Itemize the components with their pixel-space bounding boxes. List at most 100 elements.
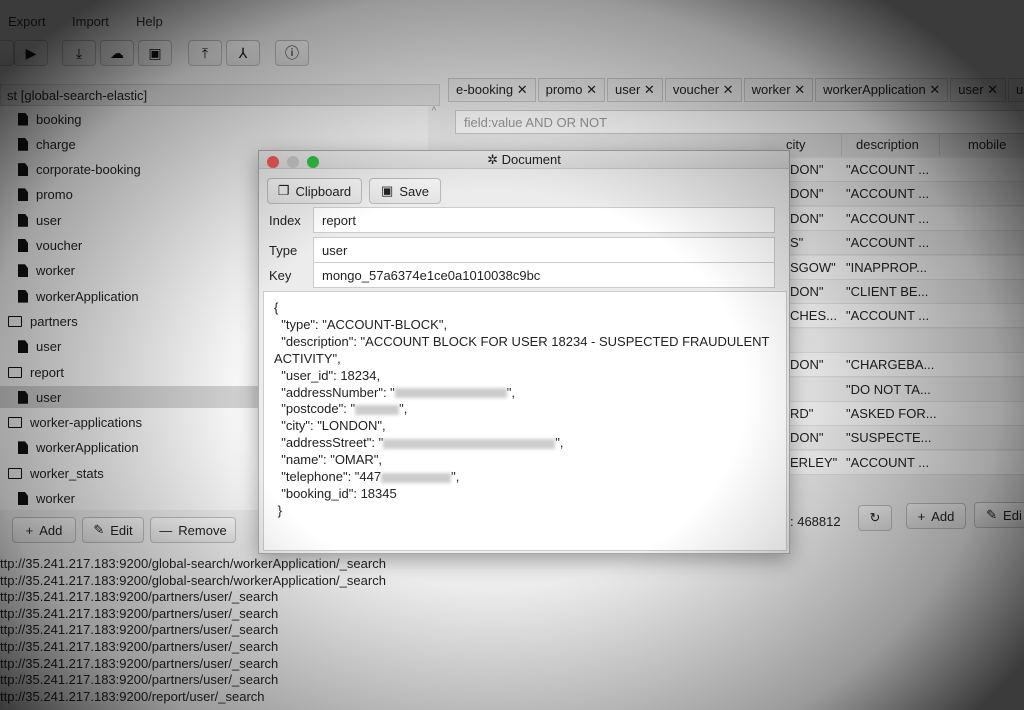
- save-icon: ▣: [381, 183, 394, 198]
- add-label: Add: [931, 508, 955, 524]
- tree-item-label: promo: [36, 187, 73, 203]
- save-document-button[interactable]: ▣ Save: [369, 178, 441, 204]
- cloud-upload-button[interactable]: ☁: [100, 40, 134, 66]
- json-punct: ",: [399, 401, 408, 417]
- type-label: Type: [269, 243, 298, 258]
- document-json-editor[interactable]: { "type": "ACCOUNT-BLOCK", "description"…: [263, 291, 787, 551]
- menu-help[interactable]: Help: [136, 14, 163, 29]
- save-icon: ▣: [148, 44, 162, 61]
- remove-index-button[interactable]: — Remove: [150, 517, 236, 543]
- table-row[interactable]: ERLEY" "ACCOUNT ...: [760, 450, 1024, 475]
- json-line: "addressStreet": " ",: [274, 435, 776, 452]
- key-field[interactable]: mongo_57a6374e1ce0a1010038c9bc: [313, 262, 775, 288]
- remove-label: Remove: [178, 522, 227, 538]
- column-header-mobile[interactable]: mobile: [940, 134, 1024, 156]
- upload-button[interactable]: ⤒: [188, 40, 222, 66]
- description-cell: "ACCOUNT ...: [846, 308, 930, 324]
- file-icon: [18, 441, 28, 455]
- tab[interactable]: e-booking ✕: [448, 78, 536, 102]
- table-row[interactable]: DON" "ACCOUNT ...: [760, 206, 1024, 231]
- table-row[interactable]: DON" "ACCOUNT ...: [760, 158, 1024, 182]
- close-tab-icon[interactable]: ✕: [719, 82, 734, 97]
- file-icon: [18, 264, 28, 278]
- request-log: ttp://35.241.217.183:9200/global-search/…: [0, 556, 460, 705]
- tab[interactable]: worker ✕: [743, 78, 814, 102]
- download-icon: ⤓: [75, 44, 83, 61]
- log-line: ttp://35.241.217.183:9200/partners/user/…: [0, 605, 279, 621]
- tab-label: user: [615, 82, 641, 97]
- json-key: "telephone": "447: [274, 469, 382, 485]
- index-field[interactable]: report: [313, 207, 775, 233]
- description-cell: "ACCOUNT ...: [846, 186, 930, 202]
- city-cell: ERLEY": [790, 454, 838, 470]
- table-row[interactable]: DON" "SUSPECTE...: [760, 426, 1024, 451]
- tree-item-label: user: [36, 389, 62, 405]
- json-punct: ",: [555, 435, 564, 451]
- close-tab-icon[interactable]: ✕: [513, 82, 528, 97]
- upload-icon: ⤒: [201, 44, 209, 61]
- help-button[interactable]: ⓘ: [275, 40, 309, 66]
- log-line: ttp://35.241.217.183:9200/partners/user/…: [0, 672, 279, 688]
- type-field[interactable]: user: [313, 237, 775, 263]
- tab[interactable]: us ✕: [1008, 78, 1024, 102]
- table-row[interactable]: DON" "CLIENT BE...: [760, 280, 1024, 304]
- tree-item-label: booking: [36, 111, 82, 127]
- menu-import[interactable]: Import: [72, 14, 109, 29]
- json-line: "user_id": 18234,: [274, 367, 381, 383]
- tree-item-label: worker: [36, 491, 76, 506]
- json-line: }: [274, 502, 282, 518]
- plus-icon: +: [917, 508, 926, 524]
- clipboard-button[interactable]: ❐ Clipboard: [267, 178, 362, 204]
- close-tab-icon[interactable]: ✕: [984, 82, 998, 97]
- tab[interactable]: user ✕: [607, 78, 663, 102]
- table-row[interactable]: CHES... "ACCOUNT ...: [760, 304, 1024, 329]
- save-button[interactable]: ▣: [138, 40, 172, 66]
- tree-item-label: worker_stats: [30, 465, 104, 481]
- city-cell: DON": [790, 186, 824, 202]
- add-index-button[interactable]: + Add: [12, 517, 76, 543]
- table-row[interactable]: S" "ACCOUNT ...: [760, 231, 1024, 256]
- tab-label: us: [1016, 82, 1024, 97]
- file-icon: [18, 340, 28, 354]
- tree-item-label: worker: [36, 263, 76, 279]
- tab[interactable]: workerApplication ✕: [815, 78, 949, 102]
- edit-index-button[interactable]: ✎ Edit: [82, 517, 144, 543]
- toolbar-button[interactable]: [0, 40, 14, 66]
- json-key: "postcode": ": [274, 401, 356, 417]
- query-input[interactable]: field:value AND OR NOT: [455, 110, 1024, 134]
- add-document-button[interactable]: + Add: [906, 503, 966, 529]
- copy-icon: ❐: [277, 183, 290, 198]
- close-tab-icon[interactable]: ✕: [926, 82, 940, 97]
- json-punct: ",: [506, 384, 516, 400]
- tab[interactable]: user ✕: [950, 78, 1007, 102]
- cluster-button[interactable]: ⅄: [226, 40, 260, 66]
- close-tab-icon[interactable]: ✕: [582, 82, 597, 97]
- tab[interactable]: promo ✕: [537, 78, 605, 102]
- file-icon: [18, 289, 28, 303]
- dialog-title: Document: [501, 152, 561, 167]
- table-row[interactable]: RD" "ASKED FOR...: [760, 402, 1024, 426]
- column-header-description[interactable]: description: [842, 134, 940, 156]
- log-line: ttp://35.241.217.183:9200/global-search/…: [0, 556, 386, 571]
- tree-item[interactable]: booking: [0, 108, 428, 130]
- table-row[interactable]: SGOW" "INAPPROP...: [760, 255, 1024, 280]
- table-row[interactable]: DON" "CHARGEBA...: [760, 353, 1024, 378]
- table-row[interactable]: [760, 328, 1024, 353]
- json-punct: ",: [451, 469, 460, 485]
- play-button[interactable]: ▶: [14, 40, 48, 66]
- json-line: {: [274, 300, 279, 315]
- close-tab-icon[interactable]: ✕: [640, 82, 655, 97]
- city-cell: DON": [790, 162, 824, 177]
- index-field-row: Index report: [263, 207, 775, 233]
- tab[interactable]: voucher ✕: [664, 78, 742, 102]
- description-cell: "INAPPROP...: [846, 259, 927, 275]
- download-button[interactable]: ⤓: [62, 40, 96, 66]
- edit-document-button[interactable]: ✎ Edi: [974, 502, 1024, 528]
- table-row[interactable]: DON" "ACCOUNT ...: [760, 182, 1024, 207]
- close-tab-icon[interactable]: ✕: [791, 82, 805, 97]
- tree-item-label: user: [36, 212, 62, 228]
- refresh-button[interactable]: ↻: [858, 505, 892, 531]
- tree-item-label: workerApplication: [36, 288, 139, 304]
- menu-export[interactable]: Export: [8, 14, 46, 29]
- table-row[interactable]: "DO NOT TA...: [760, 377, 1024, 402]
